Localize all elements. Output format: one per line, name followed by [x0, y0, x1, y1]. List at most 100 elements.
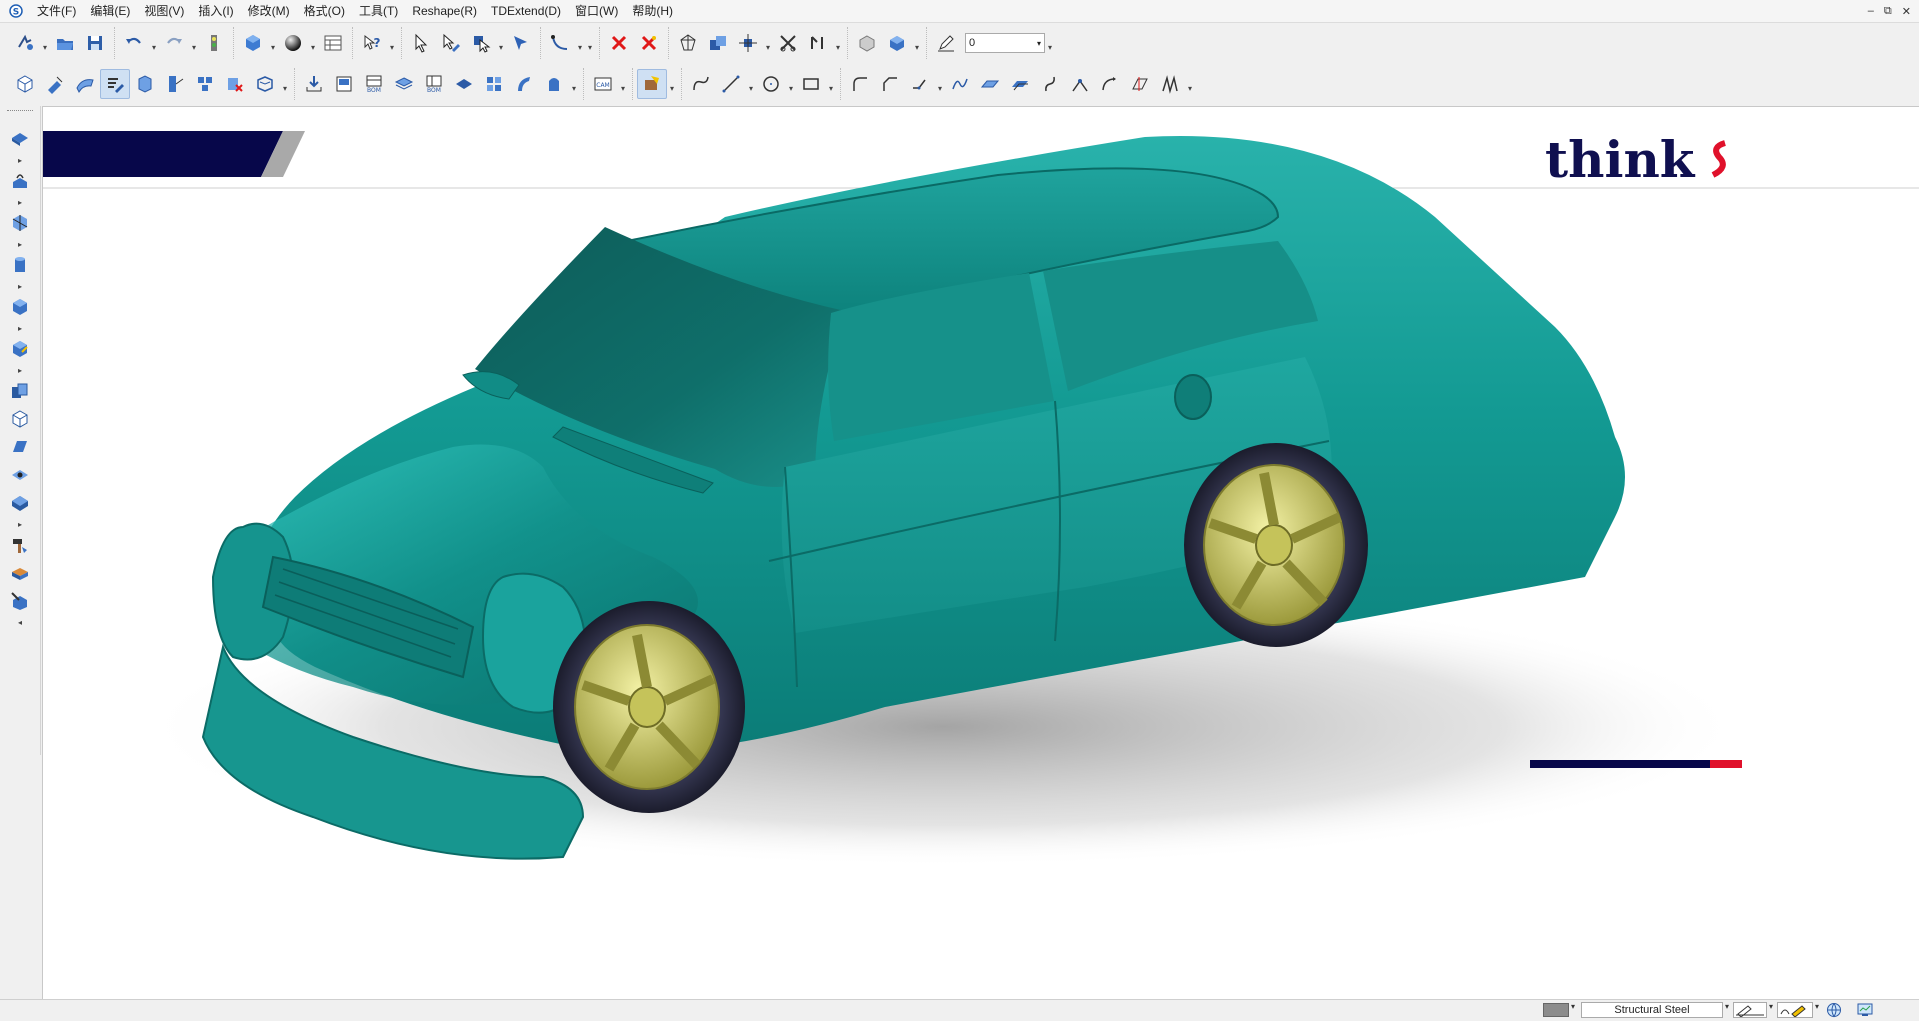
wireframe-icon[interactable]: [673, 28, 703, 58]
feature-icon[interactable]: [539, 69, 569, 99]
shell-icon[interactable]: [250, 69, 280, 99]
filter-select-icon[interactable]: [466, 28, 496, 58]
chevron-down-icon[interactable]: ▾: [1037, 39, 1041, 48]
select-edit-icon[interactable]: [436, 28, 466, 58]
menu-edit[interactable]: 编辑(E): [83, 0, 137, 22]
pattern-icon[interactable]: [190, 69, 220, 99]
part-icon[interactable]: [5, 125, 35, 153]
expand-arrow-icon[interactable]: ▸: [5, 153, 35, 167]
redo-icon[interactable]: [159, 28, 189, 58]
pick-icon[interactable]: [506, 28, 536, 58]
chevron-down-icon[interactable]: ▾: [826, 69, 836, 99]
layer-icon[interactable]: [389, 69, 419, 99]
open-icon[interactable]: [50, 28, 80, 58]
cylinder-icon[interactable]: [5, 251, 35, 279]
face-icon[interactable]: [5, 433, 35, 461]
import-icon[interactable]: [299, 69, 329, 99]
trim-surface-icon[interactable]: [1125, 69, 1155, 99]
menu-reshape[interactable]: Reshape(R): [405, 0, 484, 22]
menu-help[interactable]: 帮助(H): [625, 0, 680, 22]
blend-icon[interactable]: [1095, 69, 1125, 99]
regen-icon[interactable]: [199, 28, 229, 58]
globe-icon[interactable]: [1826, 1002, 1842, 1018]
chevron-down-icon[interactable]: ▾: [149, 28, 159, 58]
chevron-down-icon[interactable]: ▾: [387, 28, 397, 58]
chevron-down-icon[interactable]: ▾: [763, 28, 773, 58]
display-settings-icon[interactable]: [1857, 1002, 1873, 1018]
circle-icon[interactable]: [756, 69, 786, 99]
chevron-down-icon[interactable]: ▾: [618, 69, 628, 99]
pen-icon[interactable]: [931, 28, 961, 58]
split-icon[interactable]: [1065, 69, 1095, 99]
material-icon[interactable]: [637, 69, 667, 99]
sketch-curve-icon[interactable]: [686, 69, 716, 99]
save-icon[interactable]: [80, 28, 110, 58]
rectangle-icon[interactable]: [796, 69, 826, 99]
view-cube-icon[interactable]: [238, 28, 268, 58]
align-icon[interactable]: [803, 28, 833, 58]
material-select[interactable]: Structural Steel: [1581, 1002, 1723, 1018]
chevron-down-icon[interactable]: ▾: [189, 28, 199, 58]
cube-icon[interactable]: [5, 405, 35, 433]
material-block-icon[interactable]: [5, 559, 35, 587]
expand-arrow-icon[interactable]: ▸: [5, 321, 35, 335]
tool-cube-icon[interactable]: [5, 587, 35, 615]
table-icon[interactable]: [318, 28, 348, 58]
chevron-down-icon[interactable]: ▾: [569, 69, 579, 99]
color-swatch[interactable]: [1543, 1003, 1569, 1017]
chevron-down-icon[interactable]: ▾: [1815, 1002, 1819, 1011]
solid-icon[interactable]: [130, 69, 160, 99]
chevron-down-icon[interactable]: ▾: [496, 28, 506, 58]
chevron-down-icon[interactable]: ▾: [575, 28, 585, 58]
chevron-down-icon[interactable]: ▾: [308, 28, 318, 58]
chevron-down-icon[interactable]: ▾: [1045, 28, 1055, 58]
curve-icon[interactable]: [545, 28, 575, 58]
chevron-down-icon[interactable]: ▾: [40, 28, 50, 58]
select-cursor-icon[interactable]: [406, 28, 436, 58]
block-icon[interactable]: [10, 69, 40, 99]
minimize-button[interactable]: –: [1868, 5, 1874, 17]
chevron-down-icon[interactable]: ▾: [786, 69, 796, 99]
menu-tdextend[interactable]: TDExtend(D): [484, 0, 568, 22]
expand-arrow-icon[interactable]: ▸: [5, 195, 35, 209]
extend-icon[interactable]: [1155, 69, 1185, 99]
s-curve-icon[interactable]: [1035, 69, 1065, 99]
chevron-down-icon[interactable]: ▾: [935, 69, 945, 99]
chevron-down-icon[interactable]: ▾: [268, 28, 278, 58]
graphics-viewport[interactable]: think: [42, 106, 1919, 999]
cam-icon[interactable]: CAM: [588, 69, 618, 99]
tool-part-icon[interactable]: [5, 167, 35, 195]
box-icon[interactable]: [5, 293, 35, 321]
loft-icon[interactable]: [509, 69, 539, 99]
expand-arrow-icon[interactable]: ▸: [5, 279, 35, 293]
render-sphere-icon[interactable]: [278, 28, 308, 58]
move-icon[interactable]: [733, 28, 763, 58]
menu-window[interactable]: 窗口(W): [568, 0, 625, 22]
chevron-down-icon[interactable]: ▾: [667, 69, 677, 99]
delete-all-icon[interactable]: [634, 28, 664, 58]
hide-icon[interactable]: [852, 28, 882, 58]
menu-modify[interactable]: 修改(M): [241, 0, 297, 22]
chevron-down-icon[interactable]: ▾: [585, 28, 595, 58]
delete-face-icon[interactable]: [220, 69, 250, 99]
line-icon[interactable]: [716, 69, 746, 99]
copy-shape-icon[interactable]: [703, 28, 733, 58]
spline-surface-icon[interactable]: [945, 69, 975, 99]
chevron-down-icon[interactable]: ▾: [833, 28, 843, 58]
delete-icon[interactable]: [604, 28, 634, 58]
trim-icon[interactable]: [773, 28, 803, 58]
box-edit-icon[interactable]: [5, 335, 35, 363]
app-logo-icon[interactable]: S: [8, 3, 24, 19]
value-field[interactable]: 0 ▾: [965, 33, 1045, 53]
menu-file[interactable]: 文件(F): [30, 0, 83, 22]
close-button[interactable]: ✕: [1902, 5, 1911, 18]
layout-icon[interactable]: [329, 69, 359, 99]
chevron-down-icon[interactable]: ▾: [280, 69, 290, 99]
toolbar-grip[interactable]: [7, 110, 33, 119]
bom-icon[interactable]: BOM: [359, 69, 389, 99]
patch-icon[interactable]: [975, 69, 1005, 99]
chevron-down-icon[interactable]: ▾: [1769, 1002, 1773, 1011]
bend-icon[interactable]: [905, 69, 935, 99]
fillet-icon[interactable]: [845, 69, 875, 99]
sweep-icon[interactable]: [70, 69, 100, 99]
